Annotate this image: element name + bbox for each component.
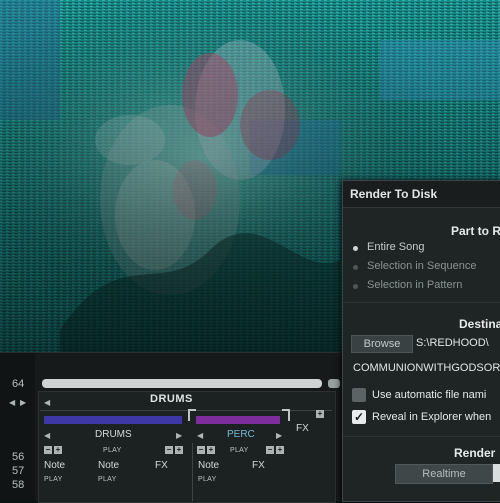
row-number: 64 — [12, 378, 25, 390]
auto-naming-label[interactable]: Use automatic file nami — [372, 389, 486, 401]
part-to-render-heading: Part to R — [451, 224, 500, 238]
pattern-editor: 64 ◀ ▶ 56 57 58 ◀ DRUMS + ◀ DRUMS ▶ ◀ PE… — [0, 352, 345, 503]
add-column-icon[interactable]: + — [54, 446, 62, 454]
nav-left-arrow-icon[interactable]: ◀ — [9, 398, 15, 407]
column-header: FX — [155, 460, 168, 471]
track-name-perc[interactable]: PERC — [227, 429, 255, 440]
remove-column-icon[interactable]: − — [44, 446, 52, 454]
option-entire-song[interactable]: Entire Song — [367, 241, 424, 253]
row-number: 57 — [12, 465, 25, 477]
render-heading: Render — [454, 446, 496, 460]
play-label: PLAY — [198, 476, 217, 483]
selection-bracket-left — [188, 409, 196, 421]
play-label: PLAY — [230, 447, 249, 454]
add-track-icon[interactable]: + — [316, 410, 324, 418]
add-column-icon[interactable]: + — [207, 446, 215, 454]
reveal-checkbox[interactable]: ✓ — [352, 410, 366, 424]
group-left-arrow-icon[interactable]: ◀ — [44, 398, 50, 407]
add-column-icon[interactable]: + — [175, 446, 183, 454]
remove-column-icon[interactable]: − — [197, 446, 205, 454]
filename-field[interactable]: COMMUNIONWITHGODSORA — [353, 362, 500, 374]
column-header: Note — [44, 460, 66, 471]
render-mode-button[interactable] — [493, 464, 500, 482]
track-right-arrow-icon[interactable]: ▶ — [176, 431, 182, 440]
destination-path: S:\REDHOOD\ — [416, 337, 489, 349]
browse-button[interactable]: Browse — [351, 335, 413, 353]
divider — [343, 302, 500, 303]
row-number: 56 — [12, 451, 25, 463]
radio-selection-sequence[interactable] — [353, 265, 358, 270]
checkmark-icon: ✓ — [353, 410, 365, 424]
row-number: 58 — [12, 479, 25, 491]
fx-label: FX — [296, 423, 309, 434]
divider — [343, 436, 500, 437]
option-selection-sequence[interactable]: Selection in Sequence — [367, 260, 476, 272]
auto-naming-checkbox[interactable] — [352, 388, 366, 402]
add-column-icon[interactable]: + — [276, 446, 284, 454]
selection-bracket-right — [282, 409, 290, 421]
column-header: Note — [198, 460, 220, 471]
remove-column-icon[interactable]: − — [266, 446, 274, 454]
track-left-arrow-icon[interactable]: ◀ — [197, 431, 203, 440]
remove-column-icon[interactable]: − — [165, 446, 173, 454]
reveal-label[interactable]: Reveal in Explorer when — [372, 411, 491, 423]
track-right-arrow-icon[interactable]: ▶ — [276, 431, 282, 440]
play-label: PLAY — [98, 476, 117, 483]
track-separator — [192, 443, 193, 501]
column-header: FX — [252, 460, 265, 471]
horizontal-scrollbar[interactable] — [42, 379, 322, 388]
render-to-disk-dialog: Render To Disk Part to R Entire Song Sel… — [342, 180, 500, 502]
track-group-panel — [38, 391, 336, 503]
radio-selection-pattern[interactable] — [353, 284, 358, 289]
track-color-bar-drums[interactable] — [44, 416, 182, 424]
track-name-drums[interactable]: DRUMS — [95, 429, 132, 440]
nav-right-arrow-icon[interactable]: ▶ — [20, 398, 26, 407]
column-header: Note — [98, 460, 120, 471]
dialog-title: Render To Disk — [350, 187, 438, 201]
play-label: PLAY — [44, 476, 63, 483]
track-left-arrow-icon[interactable]: ◀ — [44, 431, 50, 440]
option-selection-pattern[interactable]: Selection in Pattern — [367, 279, 462, 291]
realtime-button[interactable]: Realtime — [395, 464, 493, 484]
track-color-bar-perc[interactable] — [196, 416, 280, 424]
dialog-titlebar[interactable]: Render To Disk — [343, 181, 500, 208]
radio-entire-song[interactable] — [353, 246, 358, 251]
play-label: PLAY — [103, 447, 122, 454]
destination-heading: Destina — [459, 317, 500, 331]
scroll-handle[interactable] — [328, 379, 340, 388]
group-title: DRUMS — [150, 393, 193, 405]
